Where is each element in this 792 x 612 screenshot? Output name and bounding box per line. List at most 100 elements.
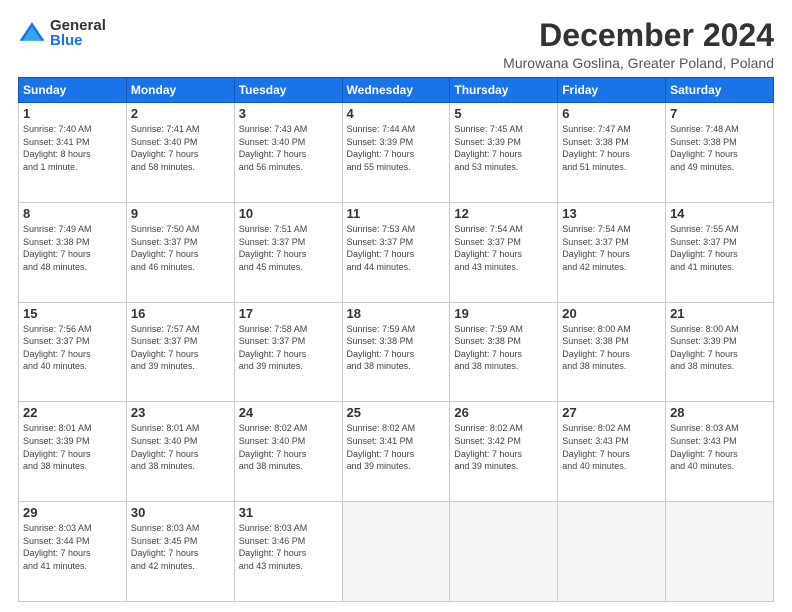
logo-icon — [18, 19, 46, 47]
day-info: Sunrise: 7:50 AM Sunset: 3:37 PM Dayligh… — [131, 223, 230, 273]
day-info: Sunrise: 7:57 AM Sunset: 3:37 PM Dayligh… — [131, 323, 230, 373]
day-info: Sunrise: 7:54 AM Sunset: 3:37 PM Dayligh… — [454, 223, 553, 273]
day-cell-28: 28Sunrise: 8:03 AM Sunset: 3:43 PM Dayli… — [666, 402, 774, 502]
day-number: 13 — [562, 206, 661, 221]
day-info: Sunrise: 8:02 AM Sunset: 3:42 PM Dayligh… — [454, 422, 553, 472]
col-header-saturday: Saturday — [666, 78, 774, 103]
day-number: 25 — [347, 405, 446, 420]
day-info: Sunrise: 7:44 AM Sunset: 3:39 PM Dayligh… — [347, 123, 446, 173]
empty-cell — [666, 502, 774, 602]
calendar-week-2: 8 Sunrise: 7:49 AM Sunset: 3:38 PM Daylig… — [19, 202, 774, 302]
day-number: 2 — [131, 106, 230, 121]
day-cell-25: 25 Sunrise: 8:02 AM Sunset: 3:41 PM Dayli… — [342, 402, 450, 502]
day-info: Sunrise: 7:48 AM Sunset: 3:38 PM Dayligh… — [670, 123, 769, 173]
day-info: Sunrise: 7:51 AM Sunset: 3:37 PM Dayligh… — [239, 223, 338, 273]
day-cell-6: 6 Sunrise: 7:47 AM Sunset: 3:38 PM Daylig… — [558, 103, 666, 203]
day-cell-31: 31Sunrise: 8:03 AM Sunset: 3:46 PM Dayli… — [234, 502, 342, 602]
day-info: Sunrise: 7:41 AM Sunset: 3:40 PM Dayligh… — [131, 123, 230, 173]
day-number: 9 — [131, 206, 230, 221]
calendar-week-4: 22Sunrise: 8:01 AM Sunset: 3:39 PM Dayli… — [19, 402, 774, 502]
day-info: Sunrise: 7:58 AM Sunset: 3:37 PM Dayligh… — [239, 323, 338, 373]
day-info: Sunrise: 7:55 AM Sunset: 3:37 PM Dayligh… — [670, 223, 769, 273]
col-header-sunday: Sunday — [19, 78, 127, 103]
day-cell-30: 30 Sunrise: 8:03 AM Sunset: 3:45 PM Dayli… — [126, 502, 234, 602]
day-cell-18: 18Sunrise: 7:59 AM Sunset: 3:38 PM Dayli… — [342, 302, 450, 402]
day-number: 22 — [23, 405, 122, 420]
day-cell-13: 13 Sunrise: 7:54 AM Sunset: 3:37 PM Dayli… — [558, 202, 666, 302]
day-number: 12 — [454, 206, 553, 221]
day-cell-26: 26 Sunrise: 8:02 AM Sunset: 3:42 PM Dayli… — [450, 402, 558, 502]
day-cell-14: 14 Sunrise: 7:55 AM Sunset: 3:37 PM Dayli… — [666, 202, 774, 302]
day-number: 4 — [347, 106, 446, 121]
day-number: 31 — [239, 505, 338, 520]
col-header-friday: Friday — [558, 78, 666, 103]
day-info: Sunrise: 7:40 AM Sunset: 3:41 PM Dayligh… — [23, 123, 122, 173]
day-cell-19: 19 Sunrise: 7:59 AM Sunset: 3:38 PM Dayli… — [450, 302, 558, 402]
day-number: 16 — [131, 306, 230, 321]
calendar-week-1: 1 Sunrise: 7:40 AM Sunset: 3:41 PM Daylig… — [19, 103, 774, 203]
header: General Blue December 2024 Murowana Gosl… — [18, 18, 774, 71]
day-info: Sunrise: 8:02 AM Sunset: 3:40 PM Dayligh… — [239, 422, 338, 472]
col-header-monday: Monday — [126, 78, 234, 103]
day-number: 20 — [562, 306, 661, 321]
day-info: Sunrise: 8:03 AM Sunset: 3:43 PM Dayligh… — [670, 422, 769, 472]
day-info: Sunrise: 7:59 AM Sunset: 3:38 PM Dayligh… — [454, 323, 553, 373]
day-number: 23 — [131, 405, 230, 420]
day-cell-16: 16 Sunrise: 7:57 AM Sunset: 3:37 PM Dayli… — [126, 302, 234, 402]
day-info: Sunrise: 7:45 AM Sunset: 3:39 PM Dayligh… — [454, 123, 553, 173]
day-info: Sunrise: 7:43 AM Sunset: 3:40 PM Dayligh… — [239, 123, 338, 173]
day-info: Sunrise: 8:03 AM Sunset: 3:45 PM Dayligh… — [131, 522, 230, 572]
day-cell-8: 8 Sunrise: 7:49 AM Sunset: 3:38 PM Daylig… — [19, 202, 127, 302]
day-cell-17: 17 Sunrise: 7:58 AM Sunset: 3:37 PM Dayli… — [234, 302, 342, 402]
day-number: 5 — [454, 106, 553, 121]
logo-general-text: General — [50, 18, 106, 33]
day-cell-29: 29 Sunrise: 8:03 AM Sunset: 3:44 PM Dayli… — [19, 502, 127, 602]
calendar-table: SundayMondayTuesdayWednesdayThursdayFrid… — [18, 77, 774, 602]
col-header-wednesday: Wednesday — [342, 78, 450, 103]
day-number: 15 — [23, 306, 122, 321]
day-cell-15: 15 Sunrise: 7:56 AM Sunset: 3:37 PM Dayli… — [19, 302, 127, 402]
location: Murowana Goslina, Greater Poland, Poland — [503, 55, 774, 71]
day-cell-7: 7Sunrise: 7:48 AM Sunset: 3:38 PM Daylig… — [666, 103, 774, 203]
day-cell-23: 23Sunrise: 8:01 AM Sunset: 3:40 PM Dayli… — [126, 402, 234, 502]
day-cell-2: 2 Sunrise: 7:41 AM Sunset: 3:40 PM Daylig… — [126, 103, 234, 203]
day-info: Sunrise: 8:03 AM Sunset: 3:44 PM Dayligh… — [23, 522, 122, 572]
day-info: Sunrise: 8:02 AM Sunset: 3:41 PM Dayligh… — [347, 422, 446, 472]
day-cell-20: 20 Sunrise: 8:00 AM Sunset: 3:38 PM Dayli… — [558, 302, 666, 402]
empty-cell — [342, 502, 450, 602]
day-info: Sunrise: 7:59 AM Sunset: 3:38 PM Dayligh… — [347, 323, 446, 373]
logo-blue-text: Blue — [50, 33, 106, 48]
day-number: 6 — [562, 106, 661, 121]
day-number: 10 — [239, 206, 338, 221]
col-header-tuesday: Tuesday — [234, 78, 342, 103]
calendar-header-row: SundayMondayTuesdayWednesdayThursdayFrid… — [19, 78, 774, 103]
day-cell-21: 21Sunrise: 8:00 AM Sunset: 3:39 PM Dayli… — [666, 302, 774, 402]
day-number: 8 — [23, 206, 122, 221]
month-title: December 2024 — [503, 18, 774, 53]
title-block: December 2024 Murowana Goslina, Greater … — [503, 18, 774, 71]
day-info: Sunrise: 7:56 AM Sunset: 3:37 PM Dayligh… — [23, 323, 122, 373]
day-number: 30 — [131, 505, 230, 520]
col-header-thursday: Thursday — [450, 78, 558, 103]
day-number: 29 — [23, 505, 122, 520]
calendar-week-5: 29 Sunrise: 8:03 AM Sunset: 3:44 PM Dayli… — [19, 502, 774, 602]
day-cell-11: 11Sunrise: 7:53 AM Sunset: 3:37 PM Dayli… — [342, 202, 450, 302]
day-info: Sunrise: 7:47 AM Sunset: 3:38 PM Dayligh… — [562, 123, 661, 173]
day-cell-4: 4 Sunrise: 7:44 AM Sunset: 3:39 PM Daylig… — [342, 103, 450, 203]
day-cell-10: 10 Sunrise: 7:51 AM Sunset: 3:37 PM Dayli… — [234, 202, 342, 302]
day-number: 3 — [239, 106, 338, 121]
day-number: 1 — [23, 106, 122, 121]
day-number: 26 — [454, 405, 553, 420]
day-number: 17 — [239, 306, 338, 321]
day-info: Sunrise: 7:49 AM Sunset: 3:38 PM Dayligh… — [23, 223, 122, 273]
day-number: 14 — [670, 206, 769, 221]
day-number: 19 — [454, 306, 553, 321]
day-number: 11 — [347, 206, 446, 221]
day-info: Sunrise: 8:00 AM Sunset: 3:38 PM Dayligh… — [562, 323, 661, 373]
calendar-week-3: 15 Sunrise: 7:56 AM Sunset: 3:37 PM Dayli… — [19, 302, 774, 402]
empty-cell — [450, 502, 558, 602]
day-number: 21 — [670, 306, 769, 321]
logo: General Blue — [18, 18, 106, 48]
day-info: Sunrise: 7:54 AM Sunset: 3:37 PM Dayligh… — [562, 223, 661, 273]
empty-cell — [558, 502, 666, 602]
